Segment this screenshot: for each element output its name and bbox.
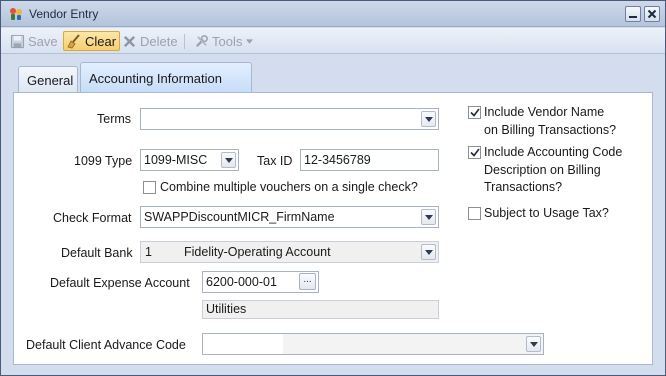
tools-menu-button[interactable]: Tools (193, 31, 254, 51)
default-bank-name: Fidelity-Operating Account (184, 245, 331, 259)
checkmark-icon (469, 108, 480, 117)
default-bank-dropdown[interactable]: 1 Fidelity-Operating Account (140, 241, 439, 263)
tools-label: Tools (212, 33, 243, 49)
expense-account-description-value: Utilities (206, 302, 247, 316)
client-advance-label: Default Client Advance Code (26, 338, 186, 352)
chevron-down-icon (246, 38, 254, 44)
clear-label: Clear (85, 33, 117, 49)
client-advance-dropdown[interactable] (202, 333, 544, 355)
include-vendor-name-checkbox[interactable] (468, 106, 481, 119)
expense-account-lookup-button[interactable]: ... (299, 273, 316, 290)
tab-general-label: General (27, 72, 74, 88)
accounting-information-panel: Terms 1099 Type 1099-MISC Tax ID 12-3456… (13, 92, 653, 365)
tab-general[interactable]: General (18, 66, 78, 93)
save-button[interactable]: Save (9, 31, 58, 51)
include-accounting-code-line1: Include Accounting Code (484, 145, 623, 159)
chevron-down-icon[interactable] (221, 152, 236, 168)
chevron-down-icon[interactable] (421, 209, 436, 225)
tab-accounting-information[interactable]: Accounting Information (80, 62, 252, 93)
close-button[interactable] (644, 6, 660, 22)
window-title: Vendor Entry (29, 7, 99, 21)
chevron-down-icon[interactable] (526, 336, 541, 352)
expense-account-description: Utilities (202, 300, 439, 319)
minimize-button[interactable] (625, 6, 641, 22)
subject-to-usage-tax-label: Subject to Usage Tax? (484, 205, 609, 223)
include-accounting-code-label: Include Accounting Code Description on B… (484, 144, 622, 197)
subject-to-usage-tax-line1: Subject to Usage Tax? (484, 206, 609, 220)
toolbar: Save Clear Delete Tools (1, 28, 665, 54)
clear-button[interactable]: Clear (63, 31, 121, 51)
expense-account-value: 6200-000-01 (206, 275, 277, 289)
delete-x-icon (121, 33, 137, 49)
subject-to-usage-tax-checkbox[interactable] (468, 207, 481, 220)
delete-button[interactable]: Delete (121, 31, 178, 51)
combine-vouchers-checkbox[interactable] (143, 181, 156, 194)
expense-account-input[interactable]: 6200-000-01 ... (202, 271, 319, 293)
include-vendor-name-label: Include Vendor Name on Billing Transacti… (484, 104, 616, 139)
include-accounting-code-checkbox[interactable] (468, 146, 481, 159)
tab-accounting-label: Accounting Information (89, 70, 222, 86)
minimize-icon (629, 16, 637, 18)
combine-vouchers-label: Combine multiple vouchers on a single ch… (160, 180, 418, 194)
terms-dropdown[interactable] (140, 108, 439, 130)
toolbar-separator (184, 34, 185, 49)
broom-icon (66, 33, 82, 49)
terms-label: Terms (97, 112, 132, 126)
default-bank-label: Default Bank (61, 246, 133, 260)
check-format-value: SWAPPDiscountMICR_FirmName (144, 210, 335, 224)
check-format-dropdown[interactable]: SWAPPDiscountMICR_FirmName (140, 206, 439, 228)
chevron-down-icon[interactable] (421, 244, 436, 260)
type1099-label: 1099 Type (74, 154, 133, 168)
include-accounting-code-line3: Transactions? (484, 180, 563, 194)
tax-id-label: Tax ID (257, 154, 293, 168)
save-label: Save (28, 33, 58, 49)
include-vendor-name-line2: on Billing Transactions? (484, 122, 617, 137)
default-bank-code: 1 (145, 245, 152, 259)
type1099-dropdown[interactable]: 1099-MISC (140, 149, 239, 171)
include-vendor-name-line1: Include Vendor Name (484, 105, 605, 119)
save-icon (9, 33, 25, 49)
delete-label: Delete (140, 33, 178, 49)
checkmark-icon (469, 148, 480, 157)
type1099-value: 1099-MISC (144, 153, 208, 167)
include-accounting-code-line2: Description on Billing (484, 162, 601, 177)
vendor-entry-window: Vendor Entry Save Clear Delete Tools Gen… (0, 0, 666, 376)
expense-account-label: Default Expense Account (50, 276, 190, 290)
tax-id-input[interactable]: 12-3456789 (300, 149, 439, 171)
vendor-app-icon (8, 6, 24, 22)
tools-icon (193, 33, 209, 49)
chevron-down-icon[interactable] (421, 111, 436, 127)
tax-id-value: 12-3456789 (304, 153, 371, 167)
title-bar: Vendor Entry (1, 1, 665, 27)
close-icon (647, 9, 657, 19)
check-format-label: Check Format (53, 211, 132, 225)
